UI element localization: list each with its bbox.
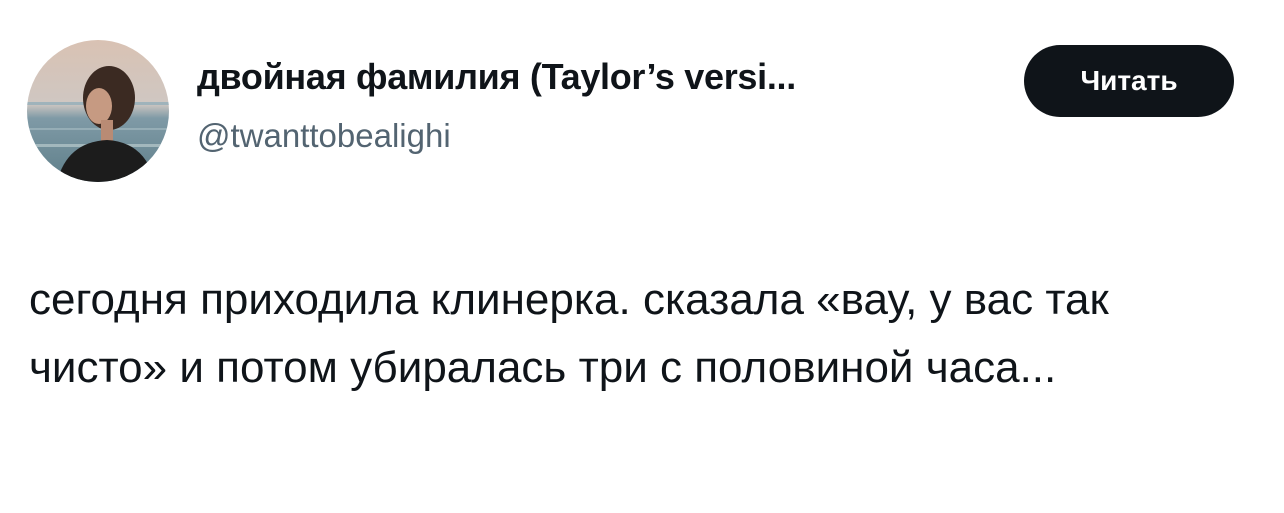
author-display-name[interactable]: двойная фамилия (Taylor’s versi...: [197, 56, 796, 98]
author-handle[interactable]: @twanttobealighi: [197, 117, 451, 155]
tweet-text: сегодня приходила клинерка. сказала «вау…: [29, 275, 1109, 392]
avatar-photo: [27, 40, 169, 182]
avatar[interactable]: [27, 40, 169, 182]
follow-button[interactable]: Читать: [1024, 45, 1234, 117]
tweet-card: двойная фамилия (Taylor’s versi... @twan…: [0, 0, 1284, 513]
